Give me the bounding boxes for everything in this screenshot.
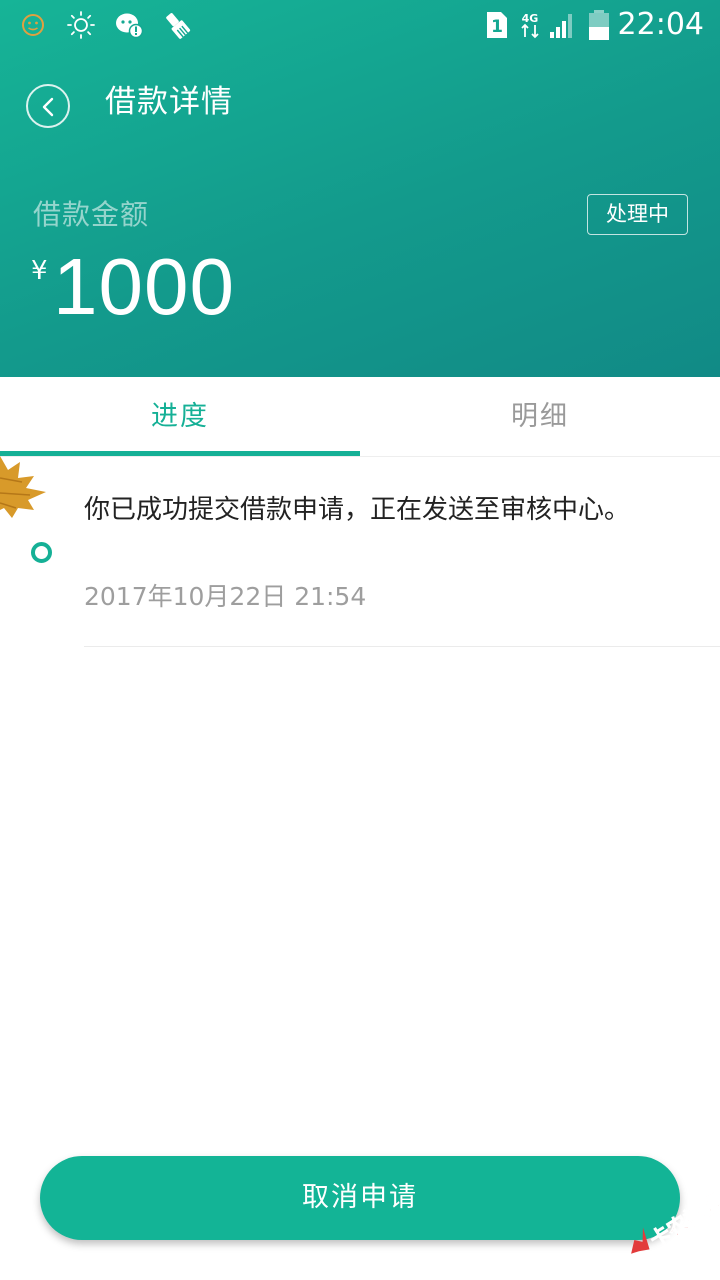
svg-text:卡农社区: 卡农社区 xyxy=(646,1189,720,1252)
network-type-label: 4G xyxy=(522,12,539,25)
clock: 22:04 xyxy=(617,7,704,42)
status-bar: 1 4G 22:04 xyxy=(0,0,720,50)
page-title: 借款详情 xyxy=(105,84,233,120)
signal-icon xyxy=(550,14,572,38)
chevron-left-icon xyxy=(42,97,54,117)
tab-active-indicator xyxy=(0,451,360,456)
timeline-text: 你已成功提交借款申请，正在发送至审核中心。 xyxy=(84,495,631,525)
sim-icon: 1 xyxy=(487,12,507,38)
currency-symbol: ¥ xyxy=(31,256,48,286)
smiley-icon xyxy=(22,14,44,36)
status-badge: 处理中 xyxy=(587,194,688,235)
maple-leaf-icon xyxy=(0,456,46,518)
timeline-time: 2017年10月22日 21:54 xyxy=(84,582,367,611)
battery-icon xyxy=(589,10,609,40)
divider xyxy=(84,646,720,647)
brush-icon xyxy=(166,13,191,39)
timeline-dot-icon xyxy=(31,542,52,563)
tab-bar: 进度 明细 xyxy=(0,377,720,457)
tab-detail[interactable]: 明细 xyxy=(360,377,720,457)
brightness-icon xyxy=(67,11,95,39)
watermark-logo: 卡农社区 xyxy=(631,1189,720,1254)
tab-progress[interactable]: 进度 xyxy=(0,377,360,457)
back-button[interactable] xyxy=(26,84,70,128)
network-4g-icon: 4G xyxy=(521,12,539,39)
cancel-application-button[interactable]: 取消申请 xyxy=(40,1156,680,1240)
chat-alert-icon xyxy=(116,13,144,39)
sim-slot-label: 1 xyxy=(491,17,503,37)
amount-label: 借款金额 xyxy=(33,198,150,231)
timeline-item: 你已成功提交借款申请，正在发送至审核中心。 2017年10月22日 21:54 xyxy=(0,458,720,648)
header: 1 4G 22:04 借款详情 借款金额 处理中 ¥ 1000 xyxy=(0,0,720,377)
loan-amount: 1000 xyxy=(53,242,235,331)
